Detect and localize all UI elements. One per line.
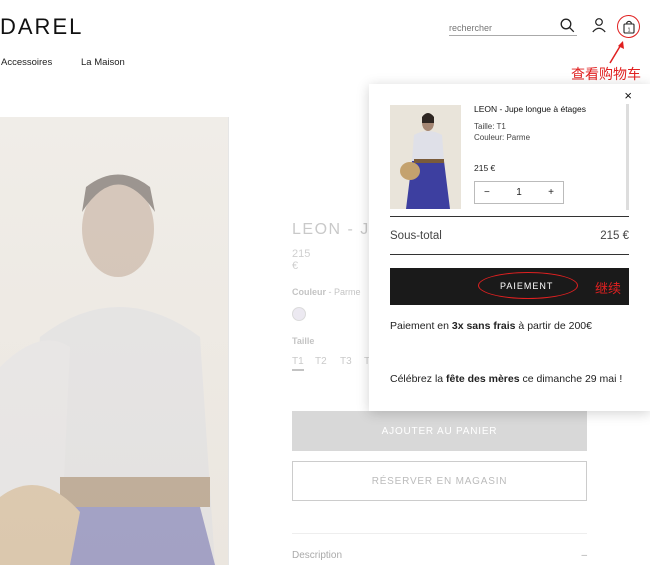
subtotal-value: 215 € <box>600 230 629 242</box>
size-option-t3[interactable]: T3 <box>340 356 352 367</box>
cart-item-name[interactable]: LEON - Jupe longue à étages <box>474 104 586 114</box>
increase-quantity-button[interactable]: + <box>548 187 554 198</box>
size-label: Taille <box>292 336 315 346</box>
cart-item-color: Couleur: Parme <box>474 133 531 142</box>
color-value: - Parme <box>326 287 361 297</box>
installment-pre: Paiement en <box>390 320 452 332</box>
subtotal-label: Sous-total <box>390 230 442 242</box>
checkout-button-label: PAIEMENT <box>500 281 554 291</box>
quantity-value[interactable]: 1 <box>516 187 522 198</box>
nav-item-la-maison[interactable]: La Maison <box>81 57 125 68</box>
installment-info: Paiement en 3x sans frais à partir de 20… <box>390 318 630 334</box>
mini-cart-popup: × LEON - Jupe longue à étages Taille: T1… <box>369 84 650 411</box>
search-icon[interactable] <box>560 18 575 38</box>
promo-bold: fête des mères <box>446 373 520 385</box>
add-to-cart-button[interactable]: AJOUTER AU PANIER <box>292 411 587 451</box>
shopping-bag-icon[interactable]: 1 <box>617 15 640 38</box>
divider <box>292 533 587 534</box>
cart-annotation: 查看购物车 <box>571 66 641 82</box>
continue-annotation: 继续 <box>595 281 622 296</box>
arrow-icon <box>609 41 624 64</box>
product-photo <box>0 117 229 565</box>
promo-info: Célébrez la fête des mères ce dimanche 2… <box>390 371 630 387</box>
search-bar[interactable] <box>449 18 577 36</box>
promo-post: ce dimanche 29 mai ! <box>519 373 623 385</box>
divider <box>390 216 629 217</box>
color-label-text: Couleur <box>292 287 327 297</box>
user-icon[interactable] <box>591 17 607 38</box>
size-option-t1[interactable]: T1 <box>292 356 304 371</box>
logo[interactable]: DAREL <box>0 14 83 40</box>
installment-bold: 3x sans frais <box>451 320 516 332</box>
nav-item-accessoires[interactable]: Accessoires <box>1 57 52 68</box>
cart-item-thumbnail[interactable] <box>390 105 461 209</box>
quantity-stepper: − 1 + <box>474 181 564 204</box>
cart-item-size: Taille: T1 <box>474 122 506 131</box>
search-input[interactable] <box>449 23 557 33</box>
divider <box>390 254 629 255</box>
product-price: 215 € <box>292 248 311 272</box>
checkout-button[interactable]: PAIEMENT 继续 <box>390 268 629 305</box>
installment-post: à partir de 200€ <box>515 320 592 332</box>
reserve-in-store-button[interactable]: RÉSERVER EN MAGASIN <box>292 461 587 501</box>
cart-item-price: 215 € <box>474 163 496 173</box>
collapse-icon[interactable]: – <box>581 550 587 561</box>
description-accordion[interactable]: Description – <box>292 550 587 561</box>
cart-scrollbar[interactable] <box>626 104 629 210</box>
svg-text:1: 1 <box>627 27 630 33</box>
color-label: Couleur - Parme <box>292 287 361 297</box>
color-swatch-parme[interactable] <box>292 307 306 321</box>
promo-pre: Célébrez la <box>390 373 447 385</box>
close-icon[interactable]: × <box>624 88 632 103</box>
size-option-t2[interactable]: T2 <box>315 356 327 367</box>
decrease-quantity-button[interactable]: − <box>484 187 490 198</box>
description-label: Description <box>292 550 343 561</box>
product-title: LEON - J <box>292 221 370 238</box>
